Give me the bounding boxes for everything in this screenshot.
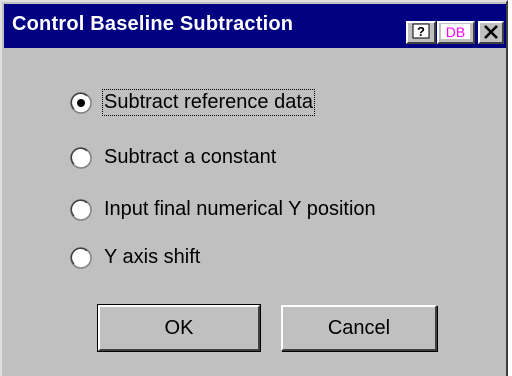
radio-icon[interactable]: [70, 147, 92, 169]
close-icon: [484, 25, 498, 39]
baseline-subtraction-dialog: Control Baseline Subtraction ? DB Subtra: [0, 0, 508, 376]
cancel-button[interactable]: Cancel: [281, 305, 437, 351]
option-label: Input final numerical Y position: [104, 198, 376, 220]
close-button[interactable]: [478, 21, 504, 44]
option-label: Subtract a constant: [104, 146, 277, 168]
ok-button[interactable]: OK: [97, 304, 261, 352]
radio-selected-icon[interactable]: [70, 92, 92, 114]
option-label: Y axis shift: [104, 246, 201, 268]
help-button[interactable]: ?: [406, 21, 436, 44]
radio-icon[interactable]: [70, 199, 92, 221]
db-icon: DB: [441, 24, 470, 40]
help-icon: ?: [412, 23, 430, 39]
svg-text:DB: DB: [446, 24, 465, 40]
option-label: Subtract reference data: [101, 89, 316, 116]
dialog-title: Control Baseline Subtraction: [12, 13, 294, 35]
svg-text:?: ?: [417, 24, 425, 39]
title-bar[interactable]: Control Baseline Subtraction ? DB: [4, 4, 506, 48]
radio-icon[interactable]: [70, 247, 92, 269]
db-button[interactable]: DB: [437, 21, 475, 44]
